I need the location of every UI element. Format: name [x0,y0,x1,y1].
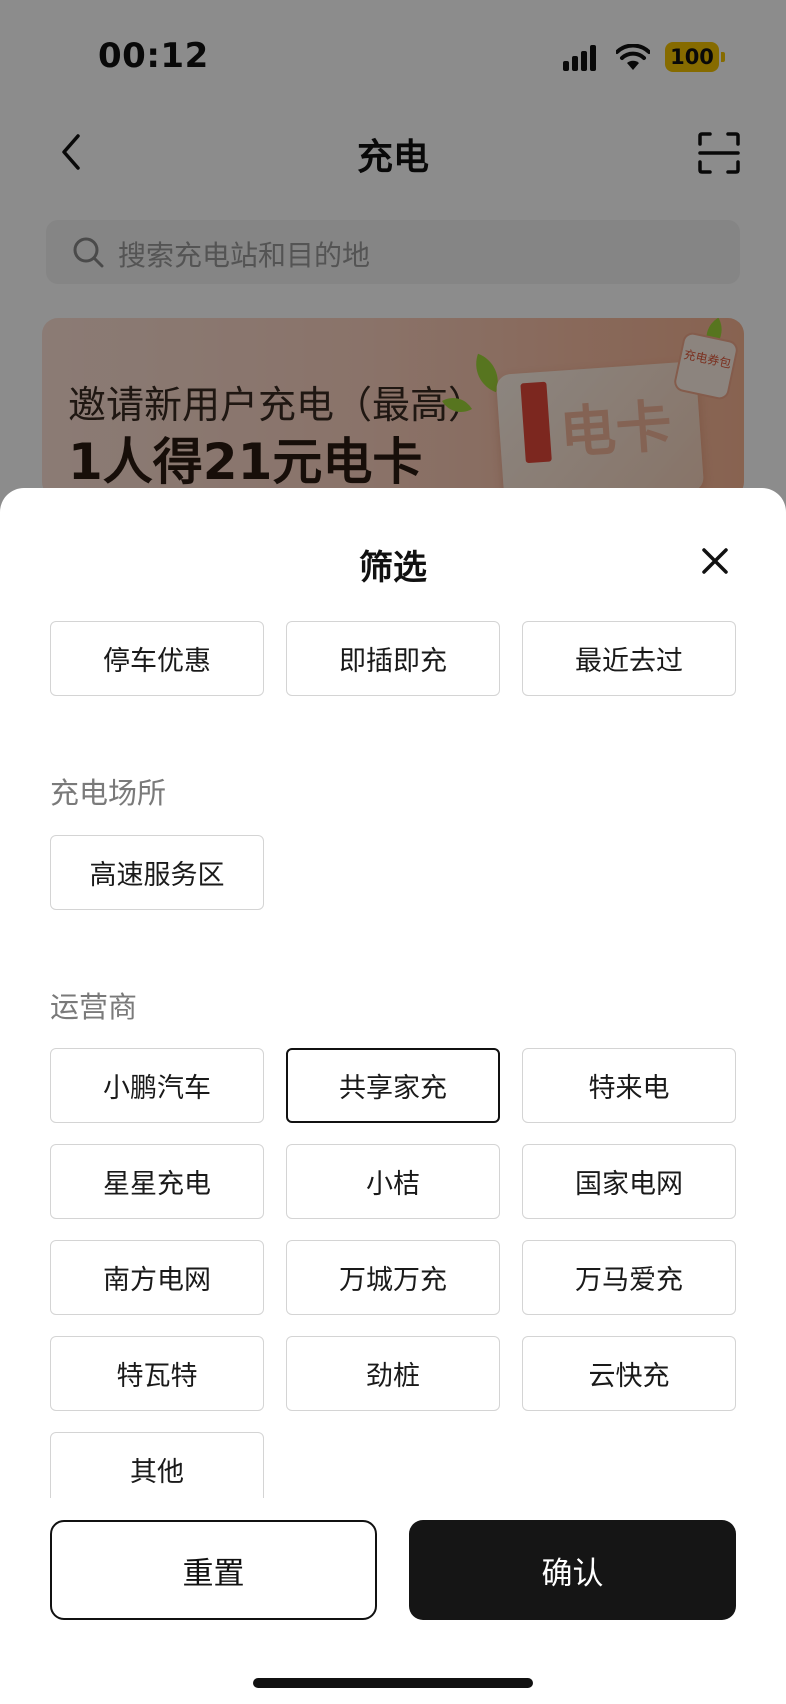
chip-recently-visited[interactable]: 最近去过 [522,621,736,696]
chip-operator[interactable]: 特瓦特 [50,1336,264,1411]
chip-operator[interactable]: 小桔 [286,1144,500,1219]
home-indicator [253,1678,533,1688]
chip-highway-service-area[interactable]: 高速服务区 [50,835,264,910]
filter-sheet: 筛选 停车优惠 即插即充 最近去过 充电场所 高速服务区 运营商 小鹏汽车 共享… [0,488,786,1704]
confirm-button[interactable]: 确认 [409,1520,736,1620]
chip-operator[interactable]: 星星充电 [50,1144,264,1219]
filter-options-scroll[interactable]: 停车优惠 即插即充 最近去过 充电场所 高速服务区 运营商 小鹏汽车 共享家充 … [0,488,786,1498]
chip-operator[interactable]: 特来电 [522,1048,736,1123]
chip-operator[interactable]: 国家电网 [522,1144,736,1219]
chip-parking-discount[interactable]: 停车优惠 [50,621,264,696]
section-label-operator: 运营商 [50,990,138,1024]
chip-operator[interactable]: 万马爱充 [522,1240,736,1315]
chip-operator[interactable]: 云快充 [522,1336,736,1411]
chip-plug-and-charge[interactable]: 即插即充 [286,621,500,696]
chip-operator[interactable]: 其他 [50,1432,264,1498]
chip-operator-selected[interactable]: 共享家充 [286,1048,500,1123]
chip-operator[interactable]: 小鹏汽车 [50,1048,264,1123]
chip-operator[interactable]: 南方电网 [50,1240,264,1315]
chip-operator[interactable]: 万城万充 [286,1240,500,1315]
chip-operator[interactable]: 劲桩 [286,1336,500,1411]
section-label-venue: 充电场所 [50,776,167,810]
reset-button[interactable]: 重置 [50,1520,377,1620]
